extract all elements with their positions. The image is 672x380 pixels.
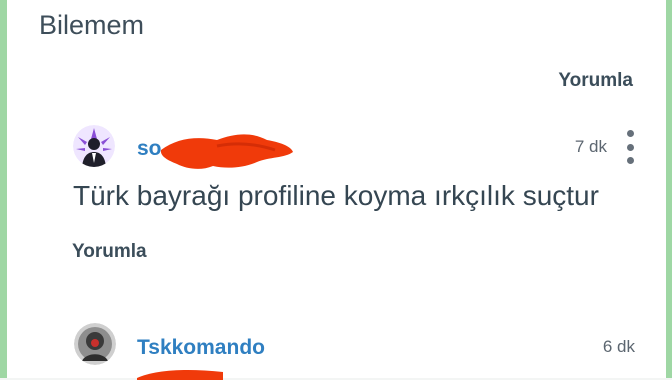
redaction-scribble bbox=[137, 370, 223, 380]
profile-photo-icon bbox=[74, 323, 116, 365]
comment-username[interactable]: Tskkomando bbox=[137, 336, 265, 360]
post-text: Bilemem bbox=[39, 10, 145, 40]
more-dot bbox=[626, 157, 634, 164]
post-reply-button[interactable]: Yorumla bbox=[558, 70, 633, 92]
more-dot bbox=[626, 143, 634, 151]
screenshot-frame-left bbox=[0, 0, 7, 378]
comment-timestamp: 7 dk bbox=[574, 137, 607, 156]
comment-thread: Bilemem Yorumla so 7 dk Türk bayrağı pro… bbox=[7, 0, 666, 380]
person-silhouette-icon bbox=[73, 125, 115, 167]
avatar[interactable] bbox=[74, 323, 116, 365]
comment-timestamp: 6 dk bbox=[602, 337, 635, 356]
more-dot bbox=[626, 130, 634, 137]
more-vertical-icon[interactable] bbox=[624, 130, 636, 164]
screenshot-frame-right bbox=[666, 0, 672, 378]
comment-reply-button[interactable]: Yorumla bbox=[72, 241, 147, 263]
avatar[interactable] bbox=[73, 125, 115, 167]
redaction-scribble bbox=[160, 134, 293, 169]
comment-text: Türk bayrağı profiline koyma ırkçılık su… bbox=[73, 180, 599, 211]
